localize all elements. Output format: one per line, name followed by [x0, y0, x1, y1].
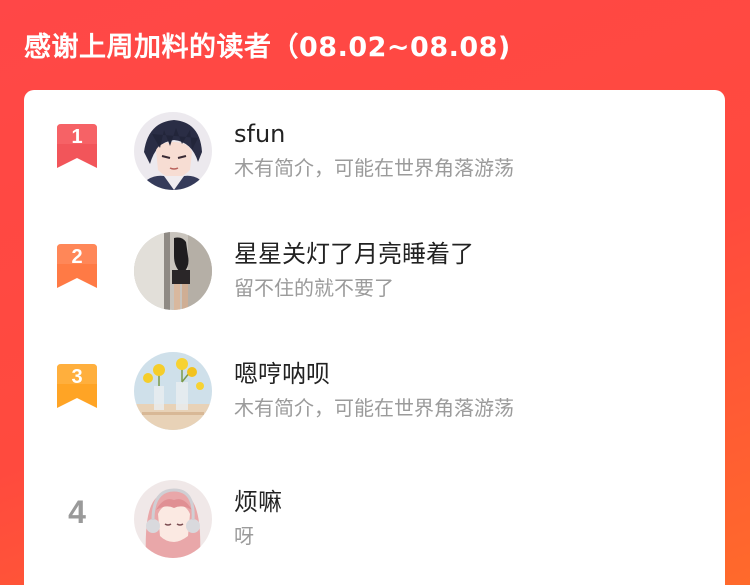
yellow-flowers-avatar-icon[interactable]	[134, 352, 212, 430]
rank-number: 2	[71, 246, 83, 268]
reader-name[interactable]: 嗯哼呐呗	[234, 358, 330, 390]
anime-boy-avatar-icon[interactable]	[134, 112, 212, 190]
rank-number: 3	[71, 366, 83, 388]
reader-row-2[interactable]: 2 星星关灯了月亮睡着了 留不住的就不要了	[24, 212, 725, 310]
top-readers-panel: 感谢上周加料的读者（08.02~08.08) 1 sfun 木有简介，可能在世界…	[0, 0, 750, 585]
page-title: 感谢上周加料的读者（08.02~08.08)	[24, 32, 511, 63]
rank-badge-3: 3	[57, 364, 97, 408]
reader-name[interactable]: 烦嘛	[234, 486, 282, 518]
rank-badge-1: 1	[57, 124, 97, 168]
mirror-selfie-avatar-icon[interactable]	[134, 232, 212, 310]
rank-number: 1	[71, 126, 83, 148]
rank-number: 4	[68, 494, 86, 530]
reader-row-4[interactable]: 4 烦嘛 呀	[24, 460, 725, 558]
reader-bio: 木有简介，可能在世界角落游荡	[234, 396, 514, 420]
reader-bio: 木有简介，可能在世界角落游荡	[234, 156, 514, 180]
anime-girl-headphones-avatar-icon[interactable]	[134, 480, 212, 558]
reader-row-3[interactable]: 3 嗯哼呐呗 木有简介，可能在世界角落游荡	[24, 332, 725, 430]
reader-name[interactable]: 星星关灯了月亮睡着了	[234, 238, 474, 270]
rank-badge-2: 2	[57, 244, 97, 288]
reader-list-card: 1 sfun 木有简介，可能在世界角落游荡 2 星星关灯了月亮睡着了 留不住的就…	[24, 90, 725, 585]
reader-name[interactable]: sfun	[234, 118, 285, 150]
reader-row-1[interactable]: 1 sfun 木有简介，可能在世界角落游荡	[24, 92, 725, 190]
reader-bio: 留不住的就不要了	[234, 276, 394, 300]
reader-bio: 呀	[234, 524, 254, 548]
